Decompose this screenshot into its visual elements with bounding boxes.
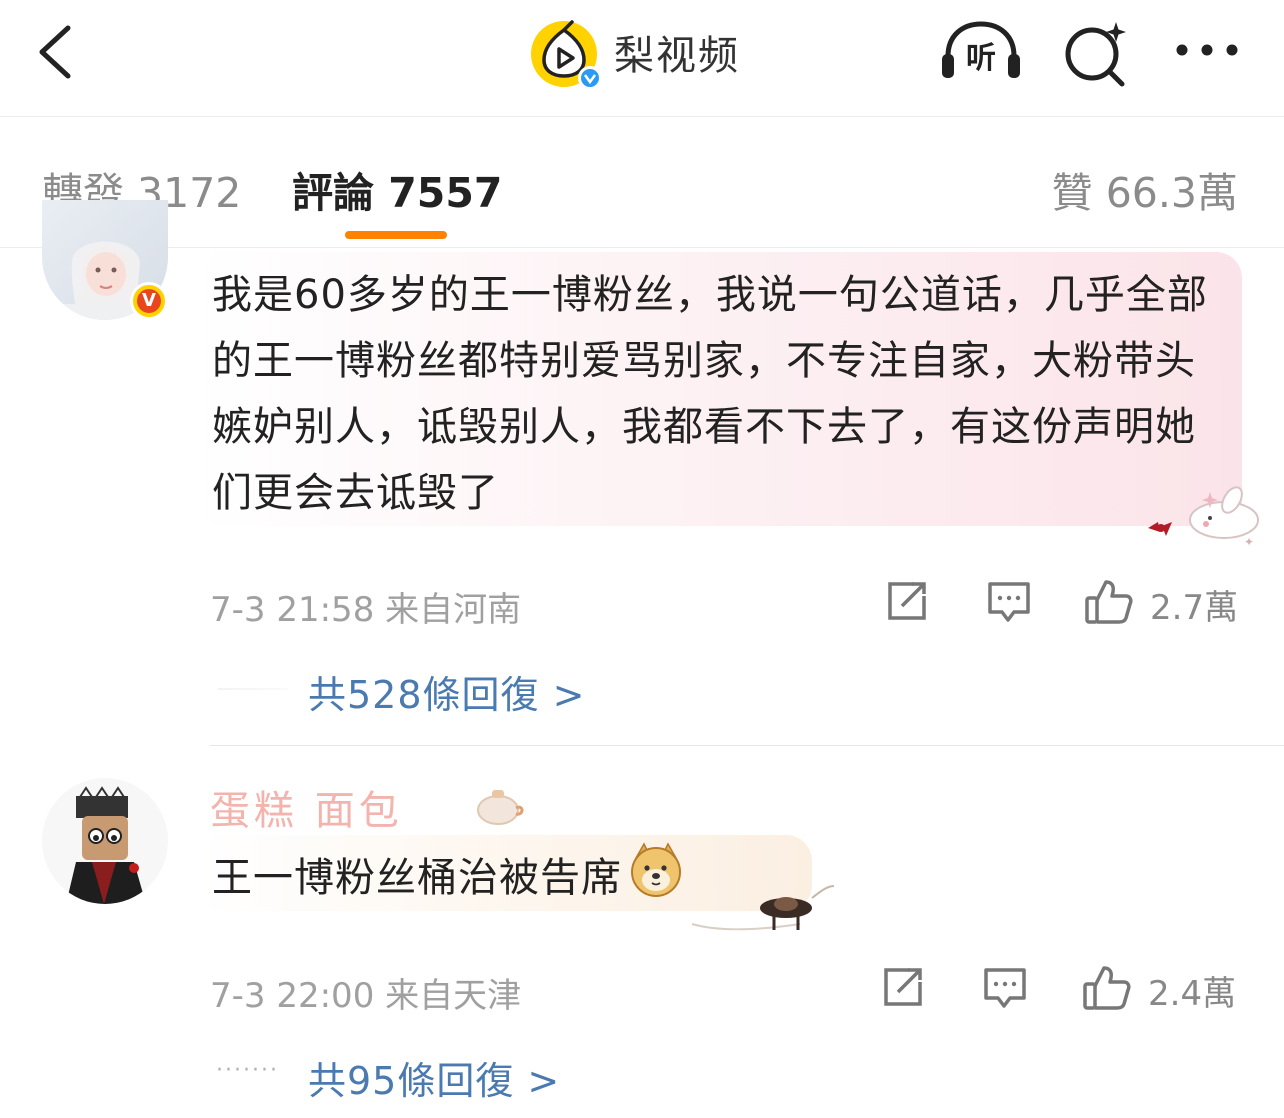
comment-divider bbox=[210, 745, 1284, 746]
reply-button[interactable] bbox=[986, 578, 1032, 628]
like-count: 2.7萬 bbox=[1150, 588, 1239, 628]
more-dots-icon bbox=[1176, 44, 1238, 56]
verified-v-badge: V bbox=[130, 282, 168, 320]
comment-text: 王一博粉丝桶治被告席 bbox=[212, 842, 684, 918]
like-count: 2.4萬 bbox=[1148, 974, 1237, 1014]
reply-button[interactable] bbox=[982, 964, 1028, 1014]
comment-text: 我是60多岁的王一博粉丝，我说一句公道话，几乎全部的王一博粉丝都特别爱骂别家，不… bbox=[212, 272, 1208, 516]
svg-text:✦: ✦ bbox=[1244, 535, 1254, 549]
comment-time-location: 7-3 21:58 来自河南 bbox=[210, 590, 522, 630]
commenter-avatar[interactable] bbox=[42, 778, 168, 904]
comment-icon bbox=[988, 582, 1030, 622]
comment-time-location: 7-3 22:00 来自天津 bbox=[210, 976, 522, 1016]
like-button[interactable] bbox=[1084, 578, 1134, 630]
chevron-left-icon bbox=[39, 25, 71, 79]
like-button[interactable] bbox=[1082, 964, 1132, 1016]
pear-video-logo-icon bbox=[528, 16, 602, 90]
share-button[interactable] bbox=[880, 964, 926, 1014]
share-icon bbox=[888, 582, 926, 620]
interaction-tabs: 轉發 3172 評論 7557 贊 66.3萬 bbox=[0, 117, 1284, 248]
share-button[interactable] bbox=[884, 578, 930, 628]
tab-like[interactable]: 贊 66.3萬 bbox=[1052, 159, 1238, 219]
view-replies-link[interactable]: 共528條回復 > bbox=[308, 664, 585, 719]
search-button[interactable] bbox=[1060, 18, 1130, 88]
more-button[interactable] bbox=[1174, 30, 1244, 70]
brand-name: 梨视频 bbox=[614, 33, 740, 79]
commenter-username[interactable]: 蛋糕 面包 bbox=[210, 778, 403, 836]
reply-preview-fade bbox=[218, 688, 288, 690]
bunny-sticker-icon: ✦ bbox=[1144, 484, 1264, 550]
thumbs-up-icon bbox=[1085, 580, 1133, 624]
teapot-badge-icon bbox=[470, 782, 526, 828]
doge-emoji-icon bbox=[628, 842, 684, 918]
search-icon bbox=[1065, 22, 1126, 87]
tab-comment[interactable]: 評論 7557 bbox=[292, 159, 502, 219]
listen-button[interactable]: 听 bbox=[938, 18, 1024, 84]
view-replies-link[interactable]: 共95條回復 > bbox=[308, 1050, 560, 1105]
top-nav-bar: 梨视频 听 bbox=[0, 0, 1284, 117]
account-brand[interactable]: 梨视频 bbox=[528, 14, 740, 90]
comment-icon bbox=[984, 968, 1026, 1008]
active-tab-indicator bbox=[345, 231, 447, 239]
comment-actions: 2.4萬 bbox=[880, 964, 1244, 1014]
verified-badge-icon bbox=[578, 66, 602, 90]
reply-preview-dots: ······· bbox=[216, 1058, 279, 1083]
hat-sticker-icon bbox=[690, 878, 836, 934]
back-button[interactable] bbox=[30, 22, 90, 82]
headphones-icon: 听 bbox=[942, 21, 1020, 78]
share-icon bbox=[884, 968, 922, 1006]
thumbs-up-icon bbox=[1083, 966, 1131, 1010]
svg-text:听: 听 bbox=[966, 41, 996, 76]
comment-actions: 2.7萬 bbox=[884, 578, 1244, 628]
